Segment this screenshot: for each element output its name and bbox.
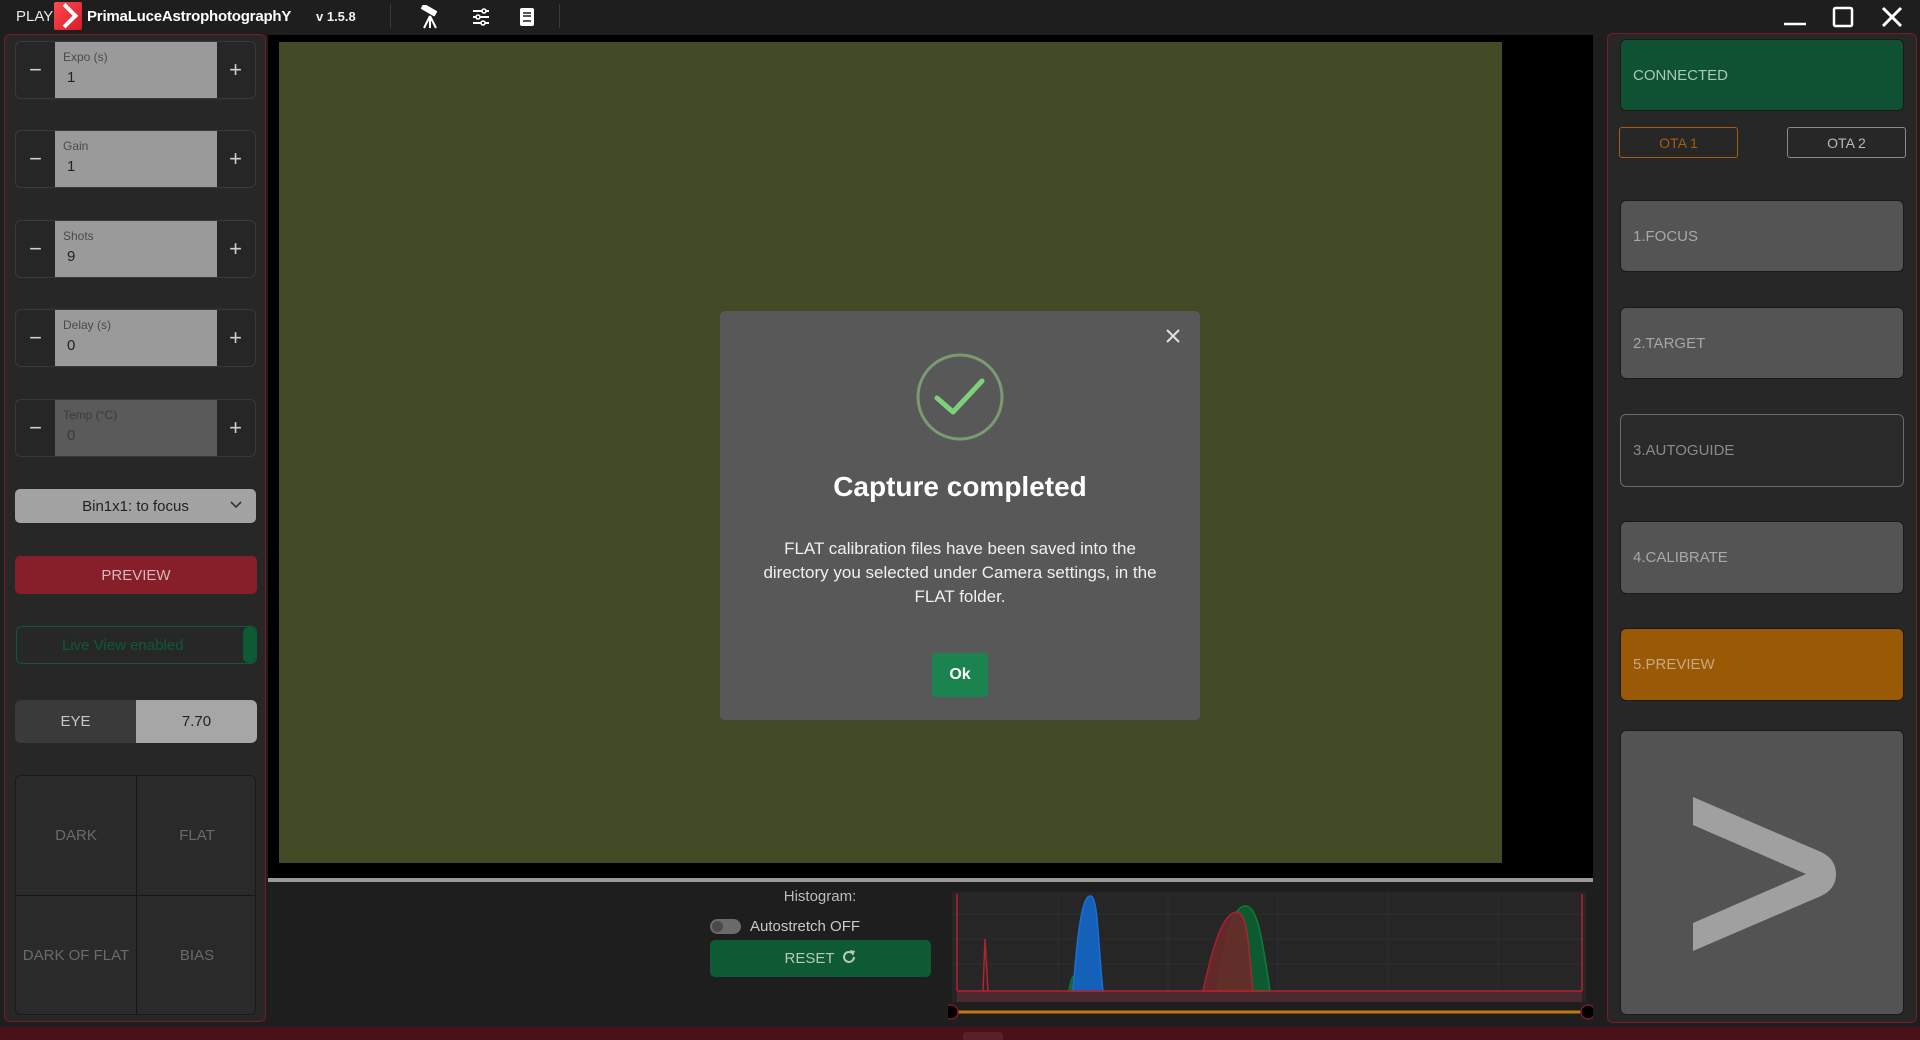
gain-field[interactable]: Gain 1 <box>55 131 217 187</box>
maximize-button[interactable] <box>1823 2 1863 32</box>
success-check-icon <box>916 353 1004 441</box>
field-label: Temp (°C) <box>63 408 118 422</box>
chevron-down-icon <box>230 496 242 512</box>
calibration-grid: DARK FLAT DARK OF FLAT BIAS <box>15 775 256 1015</box>
play-label: PLAY <box>16 8 54 25</box>
app-logo <box>54 2 82 30</box>
field-value[interactable]: 9 <box>67 248 75 265</box>
book-icon[interactable] <box>513 4 541 30</box>
divider <box>390 4 391 28</box>
field-label: Shots <box>63 229 94 243</box>
temp-stepper: − Temp (°C) 0 + <box>15 399 256 457</box>
dialog-message: FLAT calibration files have been saved i… <box>763 539 1157 606</box>
temp-field: Temp (°C) 0 <box>55 400 217 456</box>
decrement-button[interactable]: − <box>16 221 55 277</box>
ok-button[interactable]: Ok <box>932 653 988 697</box>
connected-button[interactable]: CONNECTED <box>1620 39 1904 111</box>
increment-button[interactable]: + <box>216 221 255 277</box>
decrement-button[interactable]: − <box>16 42 55 98</box>
eye-value[interactable]: 7.70 <box>136 700 257 743</box>
bias-button[interactable]: BIAS <box>137 896 255 1014</box>
increment-button[interactable]: + <box>216 131 255 187</box>
step-target-button[interactable]: 2.TARGET <box>1620 307 1904 379</box>
bin-mode-value: Bin1x1: to focus <box>82 497 189 515</box>
chevron-right-icon <box>1693 797 1836 951</box>
field-value[interactable]: 1 <box>67 158 75 175</box>
field-label: Gain <box>63 139 89 153</box>
histogram-baseline <box>957 991 1582 1002</box>
delay-stepper: − Delay (s) 0 + <box>15 309 256 367</box>
eye-control: EYE 7.70 <box>15 700 257 743</box>
capture-completed-dialog: Capture completed FLAT calibration files… <box>720 311 1200 720</box>
viewport-separator <box>268 878 1593 882</box>
divider <box>16 895 255 896</box>
step-focus-button[interactable]: 1.FOCUS <box>1620 200 1904 272</box>
histogram-chart <box>948 892 1593 1020</box>
preview-button[interactable]: PREVIEW <box>15 556 257 594</box>
shots-stepper: − Shots 9 + <box>15 220 256 278</box>
telescope-icon[interactable] <box>416 4 444 30</box>
step-calibrate-button[interactable]: 4.CALIBRATE <box>1620 521 1904 594</box>
histogram-label: Histogram: <box>783 888 857 905</box>
increment-button[interactable]: + <box>216 42 255 98</box>
bin-mode-select[interactable]: Bin1x1: to focus <box>15 489 256 523</box>
status-strip <box>0 1027 1920 1040</box>
toggle-switch[interactable] <box>710 918 741 934</box>
gain-stepper: − Gain 1 + <box>15 130 256 188</box>
decrement-button[interactable]: − <box>16 400 55 456</box>
shots-field[interactable]: Shots 9 <box>55 221 217 277</box>
field-value[interactable]: 1 <box>67 69 75 86</box>
autostretch-label: Autostretch OFF <box>750 917 861 935</box>
close-icon[interactable] <box>1160 323 1186 349</box>
dark-of-flat-button[interactable]: DARK OF FLAT <box>16 896 136 1014</box>
live-view-label: Live View enabled <box>62 636 184 654</box>
title-bar: PLAY PrimaLuceAstrophotographY v 1.5.8 <box>0 0 1920 34</box>
divider <box>559 4 560 28</box>
live-view-toggle[interactable]: Live View enabled <box>16 626 257 664</box>
increment-button[interactable]: + <box>216 310 255 366</box>
reset-label: RESET <box>784 950 835 967</box>
next-step-button[interactable] <box>1620 730 1904 1015</box>
field-label: Delay (s) <box>63 318 112 332</box>
step-preview-button[interactable]: 5.PREVIEW <box>1620 628 1904 701</box>
brand-name: PrimaLuceAstrophotographY <box>87 8 292 25</box>
field-value[interactable]: 0 <box>67 337 75 354</box>
field-value: 0 <box>67 427 76 444</box>
expo-stepper: − Expo (s) 1 + <box>15 41 256 99</box>
expo-field[interactable]: Expo (s) 1 <box>55 42 217 98</box>
version-label: v 1.5.8 <box>316 9 356 24</box>
minimize-button[interactable] <box>1775 2 1815 32</box>
range-low-handle[interactable] <box>948 1004 959 1020</box>
drawer-handle[interactable] <box>963 1032 1003 1040</box>
delay-field[interactable]: Delay (s) 0 <box>55 310 217 366</box>
dark-button[interactable]: DARK <box>16 776 136 895</box>
ota2-tab[interactable]: OTA 2 <box>1787 127 1906 158</box>
toggle-knob <box>243 627 256 663</box>
autostretch-toggle[interactable]: Autostretch OFF <box>710 915 860 937</box>
close-window-button[interactable] <box>1872 2 1912 32</box>
decrement-button[interactable]: − <box>16 131 55 187</box>
eye-label[interactable]: EYE <box>15 700 136 743</box>
range-high-handle[interactable] <box>1580 1004 1593 1020</box>
increment-button[interactable]: + <box>216 400 255 456</box>
refresh-icon <box>841 949 857 969</box>
sliders-icon[interactable] <box>467 4 495 30</box>
step-autoguide-button[interactable]: 3.AUTOGUIDE <box>1620 414 1904 487</box>
ota1-tab[interactable]: OTA 1 <box>1619 127 1738 158</box>
field-label: Expo (s) <box>63 50 108 64</box>
dialog-title: Capture completed <box>833 471 1087 502</box>
decrement-button[interactable]: − <box>16 310 55 366</box>
flat-button[interactable]: FLAT <box>137 776 255 895</box>
reset-button[interactable]: RESET <box>710 940 931 977</box>
